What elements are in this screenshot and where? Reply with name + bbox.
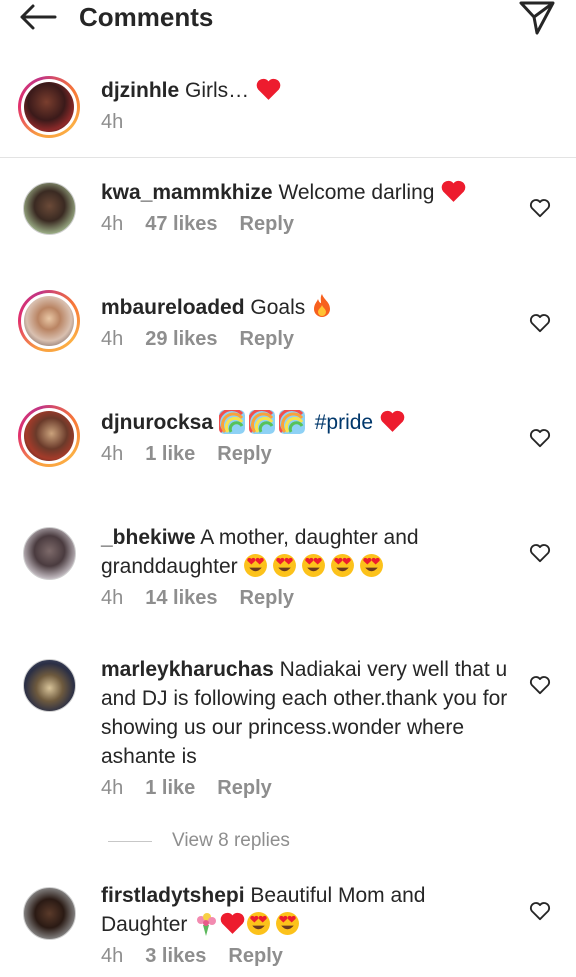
rainbow-emoji: [218, 410, 245, 434]
bouquet-emoji: [197, 913, 217, 936]
likes-count[interactable]: 3 likes: [145, 943, 206, 969]
comment-text: Welcome darling: [278, 181, 435, 204]
avatar[interactable]: [23, 887, 76, 940]
like-heart-icon[interactable]: [529, 313, 551, 333]
red-heart-emoji: [220, 912, 245, 934]
reply-button[interactable]: Reply: [240, 326, 294, 352]
fire-emoji: [314, 294, 331, 317]
view-replies-link[interactable]: View 8 replies: [108, 830, 290, 852]
heart-eyes-emoji: [331, 554, 355, 577]
heart-eyes-emoji: [302, 554, 326, 577]
timestamp: 4h: [101, 111, 124, 133]
header-bar: Comments: [0, 0, 576, 36]
divider: [108, 840, 152, 842]
heart-eyes-emoji: [276, 912, 300, 935]
likes-count[interactable]: 29 likes: [145, 326, 217, 352]
likes-count[interactable]: 1 like: [145, 775, 195, 801]
timestamp: 4h: [101, 777, 124, 799]
likes-count[interactable]: 47 likes: [145, 211, 217, 237]
username[interactable]: marleykharuchas: [101, 658, 274, 681]
timestamp: 4h: [101, 945, 124, 967]
post-caption: djzinhle Girls… 4h: [0, 66, 576, 158]
likes-count[interactable]: 14 likes: [145, 585, 217, 611]
view-replies-label[interactable]: View 8 replies: [172, 830, 290, 852]
username[interactable]: _bhekiwe: [101, 526, 196, 549]
like-heart-icon[interactable]: [529, 901, 551, 921]
timestamp: 4h: [101, 213, 124, 235]
reply-button[interactable]: Reply: [217, 775, 271, 801]
comment-text: Goals: [250, 296, 306, 319]
arrow-left-icon[interactable]: [18, 2, 58, 32]
red-heart-emoji: [442, 180, 466, 202]
caption-text: Girls…: [185, 79, 250, 102]
page-title: Comments: [79, 2, 214, 32]
timestamp: 4h: [101, 587, 124, 609]
likes-count[interactable]: 1 like: [145, 441, 195, 467]
paper-plane-icon[interactable]: [518, 0, 556, 36]
username[interactable]: djnurocksa: [101, 411, 213, 434]
timestamp: 4h: [101, 443, 124, 465]
avatar[interactable]: [18, 290, 80, 352]
avatar[interactable]: [23, 527, 76, 580]
avatar[interactable]: [23, 659, 76, 712]
reply-button[interactable]: Reply: [240, 585, 294, 611]
rainbow-emoji: [248, 410, 275, 434]
avatar[interactable]: [18, 405, 80, 467]
reply-button[interactable]: Reply: [240, 211, 294, 237]
username[interactable]: mbaureloaded: [101, 296, 245, 319]
heart-eyes-emoji: [244, 554, 268, 577]
red-heart-emoji: [380, 410, 405, 432]
heart-eyes-emoji: [273, 554, 297, 577]
like-heart-icon[interactable]: [529, 675, 551, 695]
reply-button[interactable]: Reply: [217, 441, 271, 467]
avatar[interactable]: [23, 182, 76, 235]
username[interactable]: kwa_mammkhize: [101, 181, 273, 204]
rainbow-emoji: [278, 410, 305, 434]
timestamp: 4h: [101, 328, 124, 350]
red-heart-emoji: [256, 78, 281, 100]
like-heart-icon[interactable]: [529, 198, 551, 218]
like-heart-icon[interactable]: [529, 428, 551, 448]
username[interactable]: djzinhle: [101, 79, 179, 102]
heart-eyes-emoji: [247, 912, 271, 935]
reply-button[interactable]: Reply: [228, 943, 282, 969]
like-heart-icon[interactable]: [529, 543, 551, 563]
username[interactable]: firstladytshepi: [101, 884, 245, 907]
heart-eyes-emoji: [360, 554, 384, 577]
hashtag-link[interactable]: #pride: [315, 411, 373, 434]
avatar[interactable]: [18, 76, 80, 138]
